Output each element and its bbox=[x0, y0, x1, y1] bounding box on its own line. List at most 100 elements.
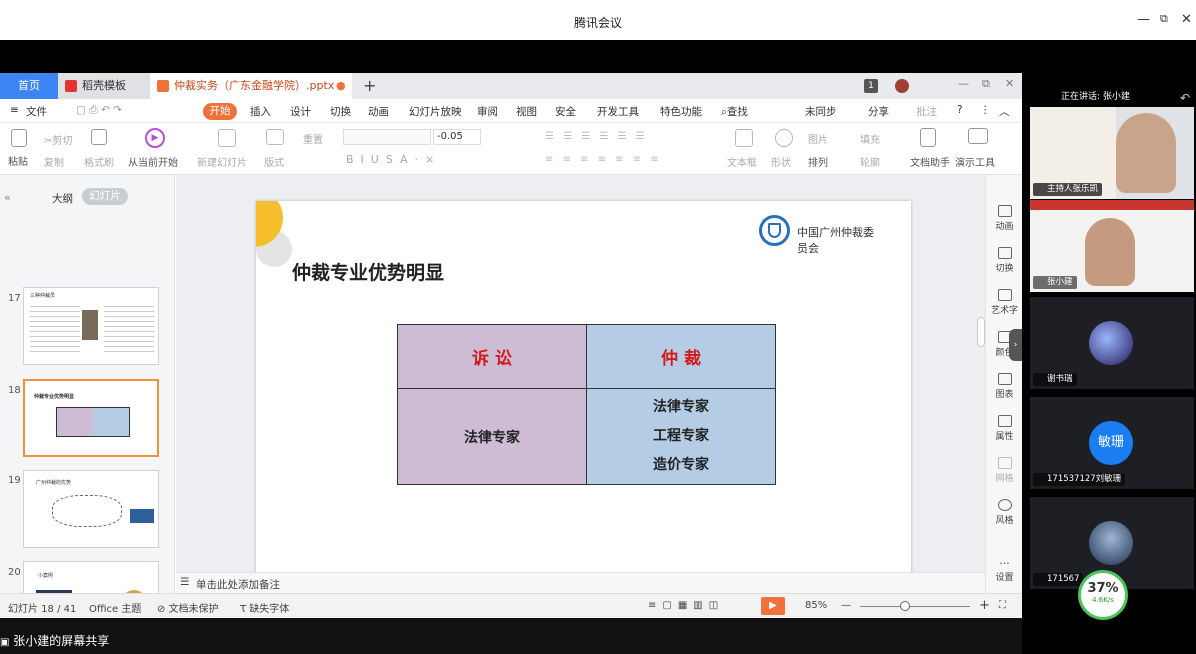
slide-thumbnail[interactable]: 三种仲裁员 bbox=[23, 287, 159, 365]
zoom-level[interactable]: 85% bbox=[805, 600, 827, 611]
zoom-slider[interactable] bbox=[860, 606, 970, 607]
menu-share[interactable]: 分享 bbox=[868, 104, 889, 119]
property-tool[interactable]: 属性 bbox=[986, 415, 1022, 442]
thumb-image bbox=[82, 310, 98, 340]
menu-animation[interactable]: 动画 bbox=[368, 104, 389, 119]
slide-canvas[interactable]: 中国广州仲裁委 员会 仲裁专业优势明显 诉 讼 仲 裁 法律专家 法律专家 工程… bbox=[256, 201, 911, 581]
wps-minimize-icon[interactable]: — bbox=[958, 77, 969, 90]
menu-transition[interactable]: 切换 bbox=[330, 104, 351, 119]
textbox-icon[interactable] bbox=[735, 129, 753, 147]
participant-tile-speaker[interactable]: 张小建 bbox=[1030, 200, 1194, 292]
shape-button[interactable]: 形状 bbox=[771, 154, 791, 169]
shape-icon[interactable] bbox=[775, 129, 793, 147]
help-icon[interactable]: ? bbox=[957, 104, 963, 116]
fill-button[interactable]: 填充 bbox=[860, 131, 880, 146]
grid-tool[interactable]: 网格 bbox=[986, 457, 1022, 484]
close-icon[interactable]: ✕ bbox=[1181, 12, 1192, 27]
tab-template[interactable]: 稻壳模板 bbox=[58, 73, 150, 99]
format-painter-button[interactable]: 格式刷 bbox=[84, 154, 114, 169]
menu-design[interactable]: 设计 bbox=[290, 104, 311, 119]
expand-side-panel-icon[interactable]: › bbox=[1009, 329, 1022, 361]
font-size-input[interactable]: -0.05 bbox=[433, 129, 481, 145]
animation-tool[interactable]: 动画 bbox=[986, 205, 1022, 232]
menu-find[interactable]: ⌕查找 bbox=[721, 104, 748, 119]
zoom-in-icon[interactable]: + bbox=[979, 598, 990, 613]
wps-close-icon[interactable]: ✕ bbox=[1005, 77, 1014, 90]
notes-area[interactable]: ☰ 单击此处添加备注 bbox=[176, 572, 985, 593]
collapse-ribbon-icon[interactable]: ︿ bbox=[999, 104, 1010, 119]
menu-start[interactable]: 开始 bbox=[203, 103, 237, 120]
wps-restore-icon[interactable]: ⧉ bbox=[982, 77, 990, 91]
textbox-button[interactable]: 文本框 bbox=[727, 154, 757, 169]
new-slide-button[interactable]: 新建幻灯片 bbox=[197, 154, 247, 169]
menu-file[interactable]: 文件 bbox=[26, 104, 47, 119]
menu-security[interactable]: 安全 bbox=[555, 104, 576, 119]
format-painter-icon[interactable] bbox=[91, 129, 107, 145]
wordart-tool[interactable]: 艺术字 bbox=[986, 289, 1022, 316]
cpu-usage-widget[interactable]: 37% 4.6K/s bbox=[1078, 570, 1128, 620]
window-count-icon[interactable]: 1 bbox=[864, 79, 878, 93]
minimize-icon[interactable]: — bbox=[1137, 12, 1150, 27]
cut-button[interactable]: ✂剪切 bbox=[44, 132, 72, 147]
menu-view[interactable]: 视图 bbox=[516, 104, 537, 119]
zoom-out-icon[interactable]: — bbox=[841, 600, 851, 611]
participant-tile[interactable]: 敏珊 171537127刘敏珊 bbox=[1030, 397, 1194, 489]
settings-tool[interactable]: ··· 设置 bbox=[986, 557, 1022, 583]
layout-icon[interactable] bbox=[266, 129, 284, 145]
avatar-initials: 敏珊 bbox=[1089, 421, 1133, 465]
present-tool-icon[interactable] bbox=[968, 128, 988, 144]
chart-tool[interactable]: 图表 bbox=[986, 373, 1022, 400]
new-tab-icon[interactable]: + bbox=[363, 76, 376, 95]
font-name-select[interactable] bbox=[343, 129, 431, 145]
arrange-button[interactable]: 排列 bbox=[808, 154, 828, 169]
menu-devtools[interactable]: 开发工具 bbox=[597, 104, 639, 119]
scrollbar-thumb[interactable] bbox=[977, 317, 985, 347]
menu-slideshow[interactable]: 幻灯片放映 bbox=[409, 104, 462, 119]
transition-tool[interactable]: 切换 bbox=[986, 247, 1022, 274]
layout-button[interactable]: 版式 bbox=[264, 154, 284, 169]
menu-comment[interactable]: 批注 bbox=[916, 104, 937, 119]
menu-review[interactable]: 审阅 bbox=[477, 104, 498, 119]
view-buttons[interactable]: ≡▢▦▥◫ bbox=[648, 600, 724, 611]
participant-name: 171537127刘敏珊 bbox=[1033, 473, 1126, 486]
protect-status[interactable]: ⊘ 文档未保护 bbox=[157, 600, 219, 615]
missing-font[interactable]: Ꚍ 缺失字体 bbox=[240, 600, 289, 615]
zoom-slider-handle[interactable] bbox=[900, 601, 910, 611]
play-slideshow-button[interactable]: ▶ bbox=[761, 597, 785, 615]
menu-insert[interactable]: 插入 bbox=[250, 104, 271, 119]
paragraph-buttons[interactable]: ☰ ☰ ☰ ☰ ☰ ☰ bbox=[545, 131, 648, 142]
user-avatar[interactable] bbox=[895, 79, 909, 93]
menu-features[interactable]: 特色功能 bbox=[660, 104, 702, 119]
doc-assistant-icon[interactable] bbox=[920, 128, 936, 147]
picture-button[interactable]: 图片 bbox=[808, 131, 828, 146]
copy-button[interactable]: 复制 bbox=[44, 154, 64, 169]
paste-icon[interactable] bbox=[11, 129, 27, 147]
reset-button[interactable]: 重置 bbox=[303, 131, 323, 146]
font-style-buttons[interactable]: BIUSA·× bbox=[346, 153, 441, 166]
hamburger-icon[interactable]: ≡ bbox=[10, 104, 19, 116]
doc-assistant-button[interactable]: 文档助手 bbox=[910, 154, 950, 169]
present-tool-button[interactable]: 演示工具 bbox=[955, 154, 995, 169]
participant-tile-host[interactable]: 主持人张乐凯 bbox=[1030, 107, 1194, 199]
fit-window-icon[interactable]: ⛶ bbox=[999, 600, 1006, 611]
tab-home[interactable]: 首页 bbox=[0, 73, 58, 99]
collapse-panel-icon[interactable]: « bbox=[4, 191, 11, 204]
slide-thumbnail-selected[interactable]: 仲裁专业优势明显 bbox=[23, 379, 159, 457]
menu-sync[interactable]: 未同步 bbox=[805, 104, 837, 119]
slide-thumbnail[interactable]: 广州仲裁的优势 bbox=[23, 470, 159, 548]
tab-slides[interactable]: 幻灯片 bbox=[82, 188, 128, 205]
tab-document[interactable]: 仲裁实务（广东金融学院）.pptx ● bbox=[150, 73, 352, 99]
back-icon[interactable]: ↶ bbox=[1180, 91, 1190, 105]
from-current-button[interactable]: 从当前开始 bbox=[128, 154, 178, 169]
restore-icon[interactable]: ⧉ bbox=[1160, 12, 1168, 26]
style-tool[interactable]: 风格 bbox=[986, 499, 1022, 526]
participant-tile[interactable]: 谢书瑞 bbox=[1030, 297, 1194, 389]
play-from-current-icon[interactable]: ▶ bbox=[145, 128, 165, 148]
align-buttons[interactable]: ≡ ≡ ≡ ≡ ≡ ≡ ≡ bbox=[545, 154, 662, 165]
more-icon[interactable]: ⋮ bbox=[980, 104, 991, 116]
paste-button[interactable]: 粘贴 bbox=[8, 153, 28, 168]
new-slide-icon[interactable] bbox=[218, 129, 236, 147]
outline-button[interactable]: 轮廓 bbox=[860, 154, 880, 169]
tab-outline[interactable]: 大纲 bbox=[52, 191, 73, 206]
quick-access-icons[interactable]: ▢ ⎙ ↶ ↷ bbox=[76, 104, 122, 117]
